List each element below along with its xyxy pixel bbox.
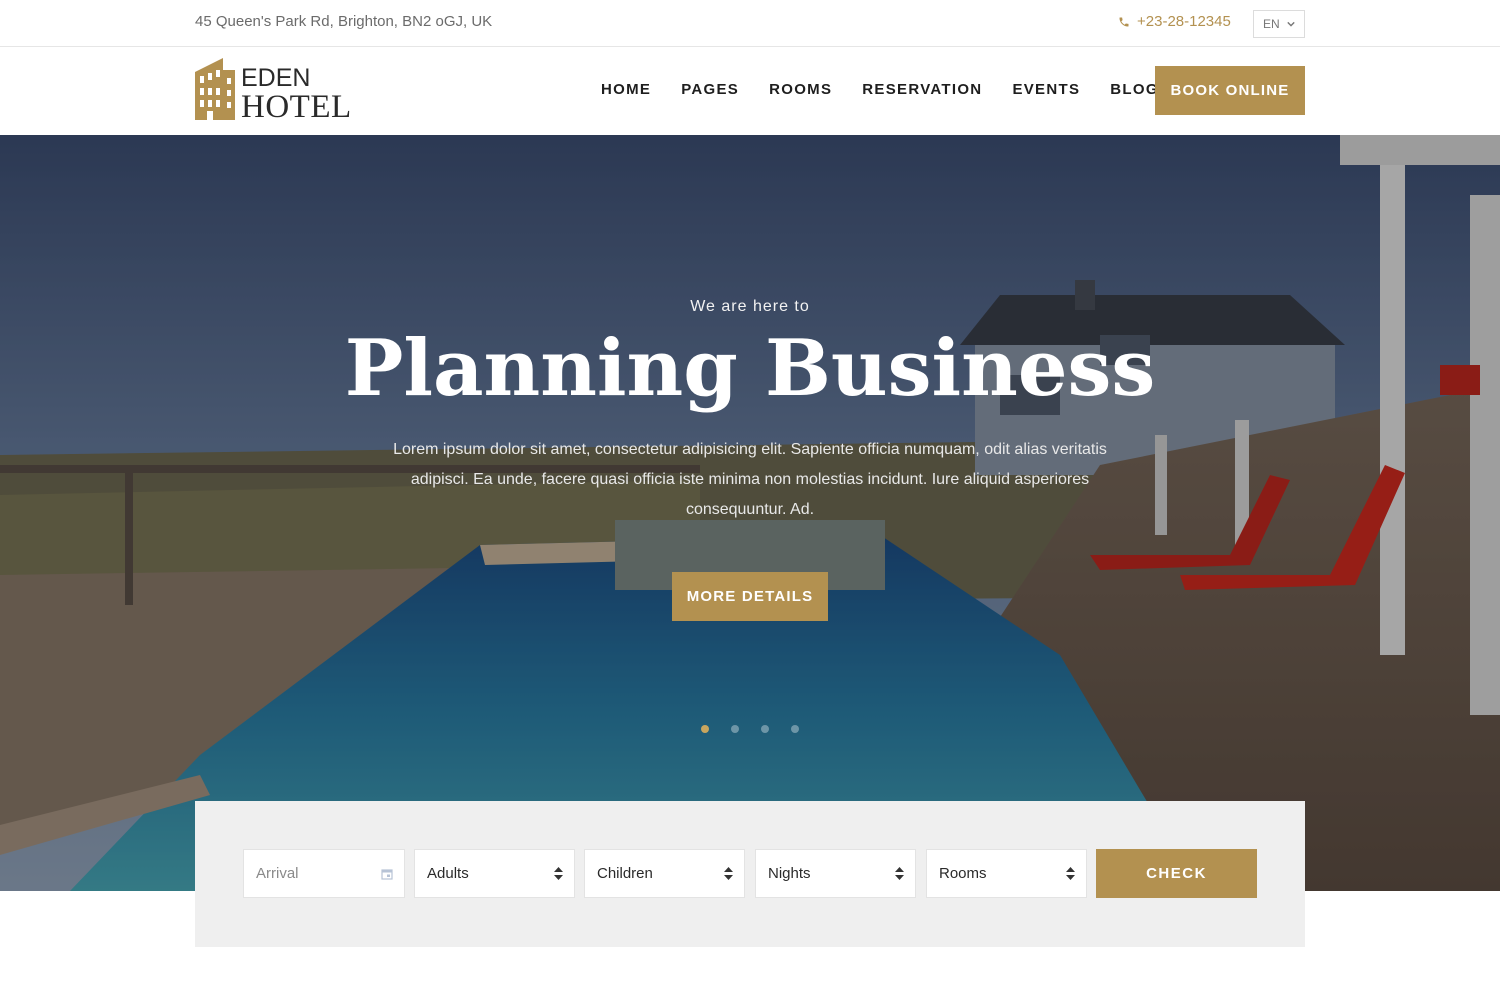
adults-select[interactable]: Adults (414, 849, 575, 898)
nav-pages[interactable]: PAGES (681, 81, 739, 98)
slider-dot-2[interactable] (731, 725, 739, 733)
children-select[interactable]: Children (584, 849, 745, 898)
logo-text-bottom: HOTEL (241, 89, 352, 125)
nav-events[interactable]: EVENTS (1012, 81, 1080, 98)
arrival-placeholder: Arrival (256, 865, 299, 882)
sort-arrows-icon (895, 867, 904, 880)
address-text: 45 Queen's Park Rd, Brighton, BN2 oGJ, U… (195, 13, 493, 30)
hotel-building-icon (195, 58, 235, 120)
calendar-icon (381, 868, 393, 880)
nav-reservation[interactable]: RESERVATION (862, 81, 982, 98)
phone-link[interactable]: +23-28-12345 (1118, 13, 1231, 30)
nights-value: Nights (768, 865, 811, 882)
booking-form: Arrival Adults Children Nights Rooms CHE… (195, 801, 1305, 947)
check-availability-button[interactable]: CHECK (1096, 849, 1257, 898)
language-select[interactable]: EN (1253, 10, 1305, 38)
main-nav: HOME PAGES ROOMS RESERVATION EVENTS BLOG (601, 81, 1159, 98)
slider-dot-4[interactable] (791, 725, 799, 733)
nights-select[interactable]: Nights (755, 849, 916, 898)
hero-pretitle: We are here to (690, 298, 810, 315)
sort-arrows-icon (724, 867, 733, 880)
sort-arrows-icon (554, 867, 563, 880)
hero-description: Lorem ipsum dolor sit amet, consectetur … (393, 441, 1107, 518)
logo[interactable]: EDEN HOTEL (195, 58, 352, 124)
slider-dot-1[interactable] (701, 725, 709, 733)
phone-icon (1119, 17, 1129, 26)
language-value: EN (1263, 17, 1280, 31)
main-header: EDEN HOTEL HOME PAGES ROOMS RESERVATION … (0, 47, 1500, 135)
rooms-value: Rooms (939, 865, 987, 882)
nav-home[interactable]: HOME (601, 81, 651, 98)
book-online-button[interactable]: BOOK ONLINE (1155, 66, 1305, 115)
children-value: Children (597, 865, 653, 882)
arrival-date-field[interactable]: Arrival (243, 849, 405, 898)
rooms-select[interactable]: Rooms (926, 849, 1087, 898)
adults-value: Adults (427, 865, 469, 882)
hero-slider: We are here to Planning Business Lorem i… (0, 135, 1500, 891)
slider-dot-3[interactable] (761, 725, 769, 733)
top-bar: 45 Queen's Park Rd, Brighton, BN2 oGJ, U… (0, 0, 1500, 47)
sort-arrows-icon (1066, 867, 1075, 880)
slider-dots (701, 725, 799, 733)
logo-text-top: EDEN (241, 64, 311, 92)
nav-blog[interactable]: BLOG (1110, 81, 1159, 98)
chevron-down-icon (1287, 21, 1295, 27)
phone-number: +23-28-12345 (1137, 13, 1231, 30)
nav-rooms[interactable]: ROOMS (769, 81, 832, 98)
more-details-button[interactable]: MORE DETAILS (672, 572, 828, 621)
hero-title: Planning Business (344, 323, 1156, 414)
